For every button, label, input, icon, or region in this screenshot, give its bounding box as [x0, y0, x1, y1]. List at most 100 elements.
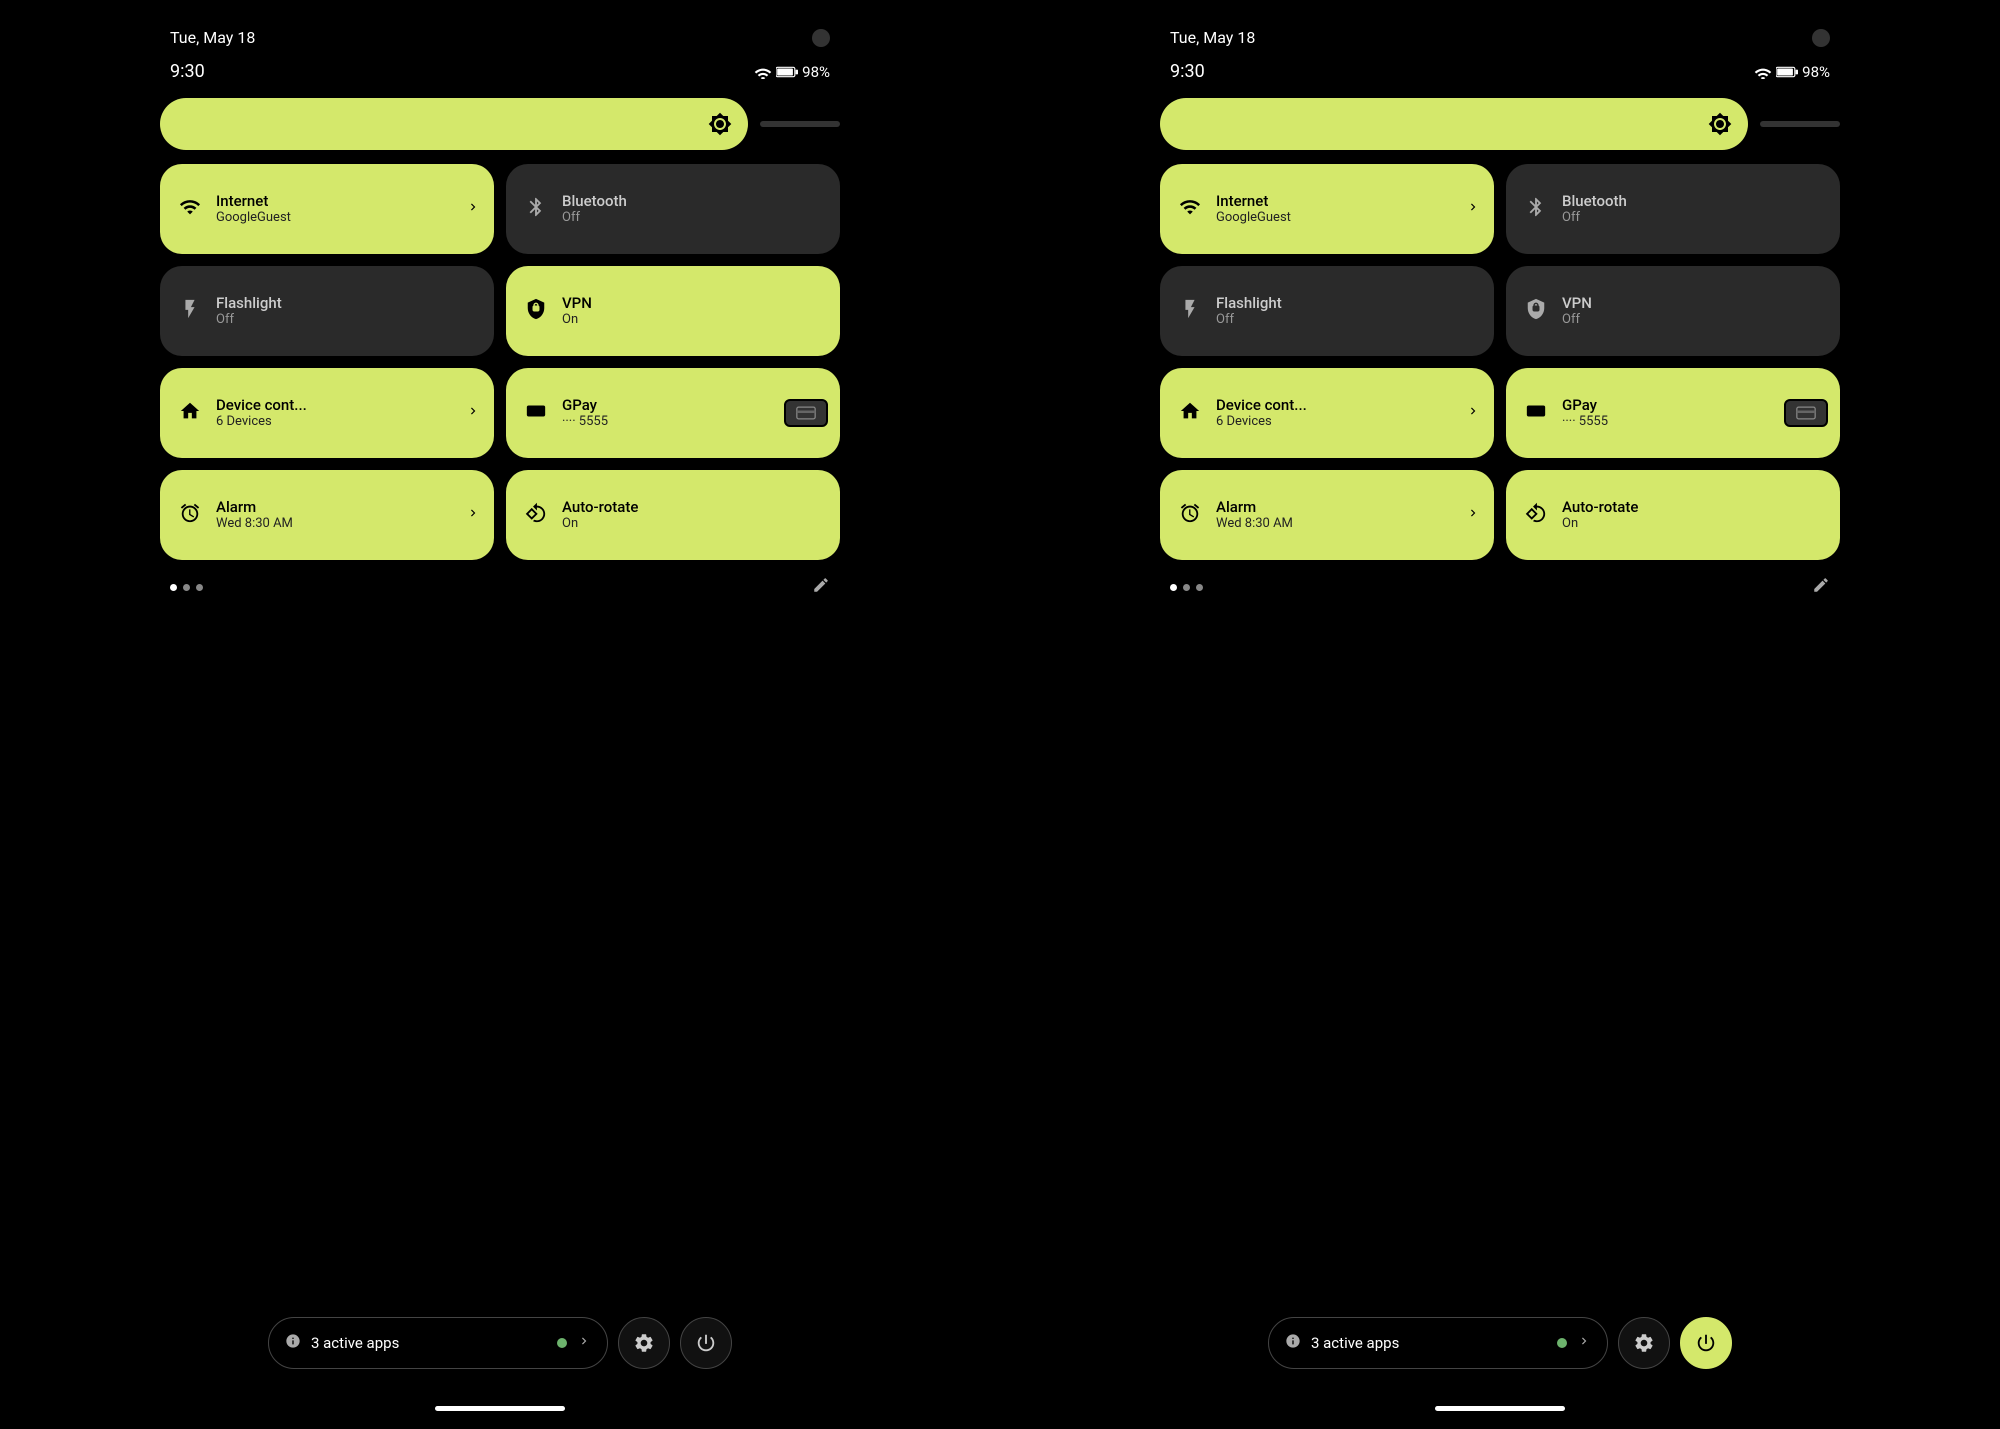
gpay-subtitle: ···· 5555: [1562, 414, 1608, 430]
vpn-icon: [1522, 298, 1550, 325]
status-bar: Tue, May 18: [160, 0, 840, 57]
gpay-icon: [1522, 400, 1550, 427]
status-icons: 98%: [754, 63, 830, 81]
device-title: Device cont...: [1216, 396, 1307, 414]
flashlight-subtitle: Off: [216, 312, 282, 328]
brightness-slider[interactable]: [760, 121, 840, 127]
bluetooth-subtitle: Off: [562, 210, 627, 226]
settings-icon: [633, 1332, 655, 1354]
tile-vpn[interactable]: VPN Off: [1506, 266, 1840, 356]
flashlight-title: Flashlight: [1216, 294, 1282, 312]
active-apps-pill[interactable]: 3 active apps: [1268, 1317, 1608, 1369]
autorotate-icon: [522, 502, 550, 529]
edit-icon[interactable]: [812, 576, 830, 599]
tile-gpay[interactable]: GPay ···· 5555: [1506, 368, 1840, 458]
alarm-arrow-icon: [466, 506, 480, 524]
tile-bluetooth[interactable]: Bluetooth Off: [1506, 164, 1840, 254]
autorotate-subtitle: On: [562, 516, 638, 532]
battery-percent: 98%: [802, 63, 830, 81]
device-text: Device cont... 6 Devices: [216, 396, 307, 430]
active-apps-label: 3 active apps: [311, 1334, 547, 1352]
bluetooth-icon: [1522, 196, 1550, 223]
alarm-title: Alarm: [216, 498, 293, 516]
gpay-text: GPay ···· 5555: [1562, 396, 1608, 430]
gpay-card: [784, 399, 828, 427]
settings-button[interactable]: [1618, 1317, 1670, 1369]
tile-internet[interactable]: Internet GoogleGuest: [1160, 164, 1494, 254]
tile-flashlight[interactable]: Flashlight Off: [1160, 266, 1494, 356]
brightness-row[interactable]: [160, 98, 840, 150]
edit-icon[interactable]: [1812, 576, 1830, 599]
tile-autorotate[interactable]: Auto-rotate On: [506, 470, 840, 560]
tile-flashlight[interactable]: Flashlight Off: [160, 266, 494, 356]
dots-row: [160, 560, 840, 599]
tile-alarm[interactable]: Alarm Wed 8:30 AM: [160, 470, 494, 560]
bottom-section: 3 active apps: [0, 1317, 1000, 1369]
dot-1: [1183, 584, 1190, 591]
device-subtitle: 6 Devices: [1216, 414, 1307, 430]
active-apps-label: 3 active apps: [1311, 1334, 1547, 1352]
tile-gpay[interactable]: GPay ···· 5555: [506, 368, 840, 458]
tile-vpn[interactable]: VPN On: [506, 266, 840, 356]
vpn-subtitle: On: [562, 312, 592, 328]
status-time: 9:30: [170, 61, 205, 82]
internet-icon: [1176, 196, 1204, 223]
autorotate-title: Auto-rotate: [562, 498, 638, 516]
alarm-icon: [176, 502, 204, 529]
status-bar: Tue, May 18: [1160, 0, 1840, 57]
apps-status-dot: [557, 1338, 567, 1348]
apps-status-dot: [1557, 1338, 1567, 1348]
vpn-icon: [522, 298, 550, 325]
alarm-text: Alarm Wed 8:30 AM: [216, 498, 293, 532]
tile-alarm[interactable]: Alarm Wed 8:30 AM: [1160, 470, 1494, 560]
apps-arrow-icon: [1577, 1334, 1591, 1352]
settings-button[interactable]: [618, 1317, 670, 1369]
brightness-slider[interactable]: [1760, 121, 1840, 127]
device-arrow-icon: [466, 404, 480, 422]
tile-device[interactable]: Device cont... 6 Devices: [1160, 368, 1494, 458]
internet-title: Internet: [1216, 192, 1291, 210]
power-button[interactable]: [680, 1317, 732, 1369]
tiles-grid: Internet GoogleGuest Bluetooth Off Flash…: [160, 164, 840, 560]
internet-title: Internet: [216, 192, 291, 210]
internet-subtitle: GoogleGuest: [1216, 210, 1291, 226]
flashlight-icon: [176, 298, 204, 325]
tile-internet[interactable]: Internet GoogleGuest: [160, 164, 494, 254]
status-icons: 98%: [1754, 63, 1830, 81]
flashlight-title: Flashlight: [216, 294, 282, 312]
dot-2: [196, 584, 203, 591]
vpn-title: VPN: [1562, 294, 1592, 312]
autorotate-subtitle: On: [1562, 516, 1638, 532]
internet-subtitle: GoogleGuest: [216, 210, 291, 226]
wifi-status-icon: [754, 65, 772, 79]
brightness-row[interactable]: [1160, 98, 1840, 150]
brightness-bar[interactable]: [160, 98, 748, 150]
battery-icon: [1776, 66, 1798, 78]
tile-bluetooth[interactable]: Bluetooth Off: [506, 164, 840, 254]
bluetooth-title: Bluetooth: [1562, 192, 1627, 210]
gpay-subtitle: ···· 5555: [562, 414, 608, 430]
internet-arrow-icon: [1466, 200, 1480, 218]
vpn-text: VPN Off: [1562, 294, 1592, 328]
bottom-section: 3 active apps: [1000, 1317, 2000, 1369]
vpn-title: VPN: [562, 294, 592, 312]
alarm-text: Alarm Wed 8:30 AM: [1216, 498, 1293, 532]
internet-icon: [176, 196, 204, 223]
tile-device[interactable]: Device cont... 6 Devices: [160, 368, 494, 458]
power-icon: [1695, 1332, 1717, 1354]
autorotate-text: Auto-rotate On: [562, 498, 638, 532]
brightness-bar[interactable]: [1160, 98, 1748, 150]
autorotate-text: Auto-rotate On: [1562, 498, 1638, 532]
status-date: Tue, May 18: [170, 28, 255, 47]
power-button[interactable]: [1680, 1317, 1732, 1369]
gpay-card-visual: [784, 399, 828, 427]
internet-text: Internet GoogleGuest: [1216, 192, 1291, 226]
active-apps-pill[interactable]: 3 active apps: [268, 1317, 608, 1369]
vpn-subtitle: Off: [1562, 312, 1592, 328]
tile-autorotate[interactable]: Auto-rotate On: [1506, 470, 1840, 560]
gpay-icon: [522, 400, 550, 427]
gpay-title: GPay: [562, 396, 608, 414]
battery-percent: 98%: [1802, 63, 1830, 81]
apps-arrow-icon: [577, 1334, 591, 1352]
alarm-icon: [1176, 502, 1204, 529]
